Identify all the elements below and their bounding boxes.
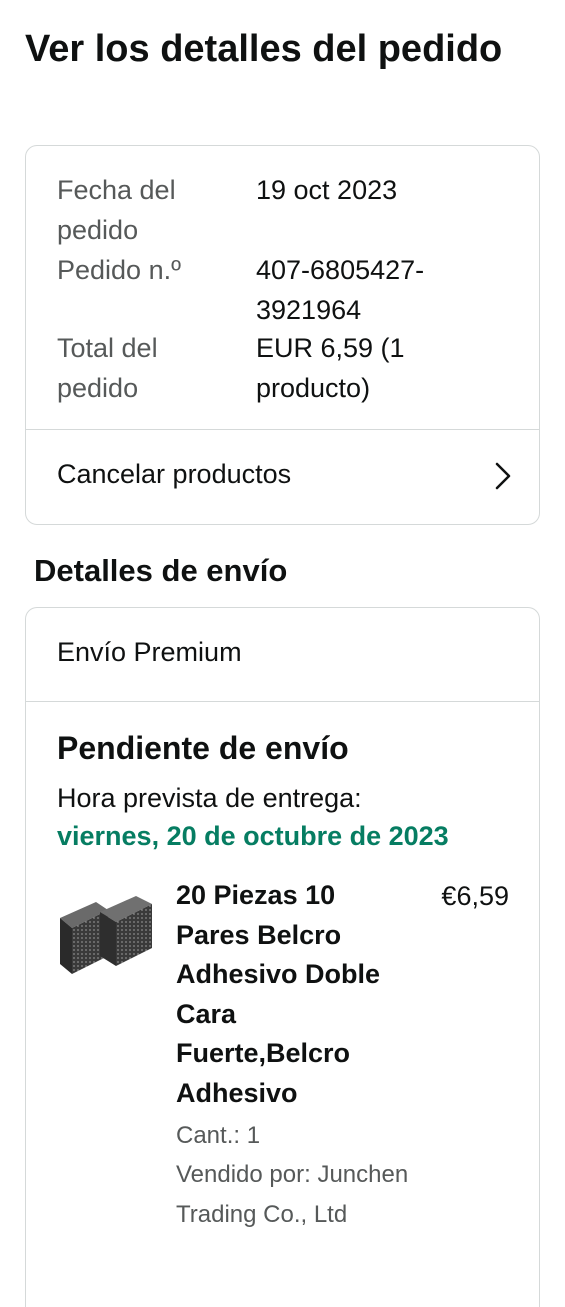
cancel-products-button[interactable]: Cancelar productos bbox=[26, 430, 539, 524]
order-total-label: Total del pedido bbox=[57, 333, 158, 403]
order-date-label: Fecha del pedido bbox=[57, 175, 176, 245]
divider bbox=[26, 701, 539, 702]
page-title: Ver los detalles del pedido bbox=[25, 28, 503, 70]
delivery-estimate-label: Hora prevista de entrega: bbox=[57, 783, 362, 813]
shipment-status: Pendiente de envío bbox=[57, 730, 349, 766]
product-quantity: Cant.: 1 bbox=[176, 1122, 261, 1149]
chevron-right-icon bbox=[495, 462, 511, 490]
shipping-card: Envío Premium Pendiente de envío Hora pr… bbox=[25, 607, 540, 1307]
product-seller: Vendido por: Junchen Trading Co., Ltd bbox=[176, 1161, 409, 1228]
product-image[interactable] bbox=[56, 888, 156, 978]
order-number-value: 407-6805427-3921964 bbox=[256, 255, 425, 325]
cancel-products-label: Cancelar productos bbox=[57, 459, 292, 489]
shipping-method: Envío Premium bbox=[57, 637, 242, 667]
order-number-label: Pedido n.º bbox=[57, 255, 181, 285]
order-date-value: 19 oct 2023 bbox=[256, 175, 398, 205]
order-total-value: EUR 6,59 (1 producto) bbox=[256, 333, 405, 403]
product-title-link[interactable]: 20 Piezas 10 Pares Belcro Adhesivo Doble… bbox=[176, 876, 416, 1113]
delivery-estimate-date: viernes, 20 de octubre de 2023 bbox=[57, 821, 449, 851]
shipping-section-title: Detalles de envío bbox=[34, 553, 288, 588]
order-summary-card: Fecha del pedido 19 oct 2023 Pedido n.º … bbox=[25, 145, 540, 525]
product-price: €6,59 bbox=[441, 881, 509, 911]
